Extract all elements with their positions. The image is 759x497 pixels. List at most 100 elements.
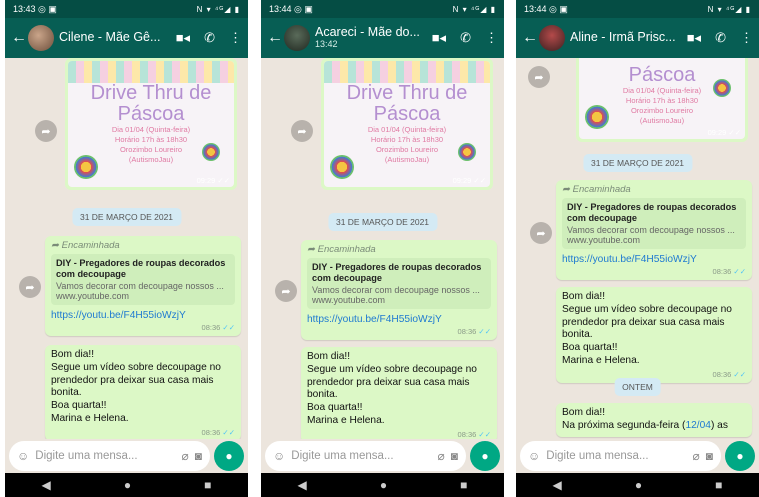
preview-title: DIY - Pregadores de roupas decorados com… xyxy=(312,262,482,284)
message-line: Marina e Helena. xyxy=(51,412,129,424)
message-line: Segue um vídeo sobre decoupage no prende… xyxy=(562,303,732,341)
mic-button[interactable]: ● xyxy=(470,441,500,471)
nav-back-icon[interactable]: ◀ xyxy=(553,478,562,492)
attach-icon[interactable]: ⌀ xyxy=(693,449,700,463)
forwarded-label: ➦ Encaminhada xyxy=(51,240,120,251)
nav-home-icon[interactable]: ● xyxy=(635,478,642,492)
message-time: 09:29 ✓✓ xyxy=(707,128,741,137)
emoji-icon[interactable]: ☺ xyxy=(17,449,29,463)
status-icons-right: N ▾ ⁴ᴳ◢ ▮ xyxy=(196,4,240,14)
emoji-icon[interactable]: ☺ xyxy=(273,449,285,463)
balloons-icon xyxy=(458,143,476,161)
mic-button[interactable]: ● xyxy=(725,441,755,471)
forward-icon[interactable]: ➦ xyxy=(530,222,552,244)
more-options-icon[interactable]: ⋮ xyxy=(485,30,498,46)
chat-area[interactable]: ➦ Drive Thru de Páscoa Dia 01/04 (Quinta… xyxy=(5,58,248,439)
status-icons-left: ◎ ▣ xyxy=(294,3,313,14)
link-preview[interactable]: DIY - Pregadores de roupas decorados com… xyxy=(562,198,746,250)
chat-area[interactable]: ➦ Páscoa Dia 01/04 (Quinta-feira) Horári… xyxy=(516,58,759,439)
message-time: 08:36 ✓✓ xyxy=(712,267,746,277)
contact-name: Cilene - Mãe Gê... xyxy=(59,31,161,45)
camera-icon[interactable]: ◙ xyxy=(451,449,458,463)
video-call-icon[interactable]: ■◂ xyxy=(432,30,446,46)
forwarded-link-message[interactable]: ➦ Encaminhada DIY - Pregadores de roupas… xyxy=(556,180,752,281)
nav-recents-icon[interactable]: ■ xyxy=(204,478,211,492)
forwarded-link-message[interactable]: ➦ Encaminhada DIY - Pregadores de roupas… xyxy=(301,240,497,341)
input-bar: ☺ Digite uma mensa... ⌀ ◙ ● xyxy=(265,441,500,471)
poster-image-message[interactable]: Páscoa Dia 01/04 (Quinta-feira) Horário … xyxy=(576,58,748,142)
contact-info[interactable]: Acareci - Mãe do... 13:42 xyxy=(315,26,427,50)
poster-image-message[interactable]: Drive Thru de Páscoa Dia 01/04 (Quinta-f… xyxy=(65,58,237,190)
contact-info[interactable]: Cilene - Mãe Gê... xyxy=(59,31,171,45)
camera-icon[interactable]: ◙ xyxy=(706,449,713,463)
preview-url: www.youtube.com xyxy=(567,235,641,246)
text-message[interactable]: Bom dia!! Segue um vídeo sobre decoupage… xyxy=(556,287,752,383)
avatar[interactable] xyxy=(284,25,310,51)
camera-icon[interactable]: ◙ xyxy=(195,449,202,463)
autism-logo-icon xyxy=(585,105,609,129)
back-arrow-icon[interactable]: ← xyxy=(267,29,283,47)
nav-recents-icon[interactable]: ■ xyxy=(460,478,467,492)
nav-home-icon[interactable]: ● xyxy=(380,478,387,492)
date-link[interactable]: 12/04 xyxy=(685,420,711,431)
phone-call-icon[interactable]: ✆ xyxy=(204,30,215,46)
preview-title: DIY - Pregadores de roupas decorados com… xyxy=(56,258,226,280)
poster-image-message[interactable]: Drive Thru de Páscoa Dia 01/04 (Quinta-f… xyxy=(321,58,493,190)
status-bar: 13:44 ◎ ▣ N ▾ ⁴ᴳ◢ ▮ xyxy=(261,0,504,18)
poster-title-1: Drive Thru de xyxy=(90,82,212,104)
forward-icon[interactable]: ➦ xyxy=(291,120,313,142)
phone-call-icon[interactable]: ✆ xyxy=(715,30,726,46)
contact-info[interactable]: Aline - Irmã Prisc... xyxy=(570,31,682,45)
message-link[interactable]: https://youtu.be/F4H55ioWzjY xyxy=(562,254,746,265)
date-separator: 31 DE MARÇO DE 2021 xyxy=(327,213,438,231)
video-call-icon[interactable]: ■◂ xyxy=(687,30,701,46)
message-input[interactable]: ☺ Digite uma mensa... ⌀ ◙ xyxy=(265,441,466,471)
text-message[interactable]: Bom dia!! Segue um vídeo sobre decoupage… xyxy=(45,345,241,439)
more-options-icon[interactable]: ⋮ xyxy=(229,30,242,46)
poster-image: Páscoa Dia 01/04 (Quinta-feira) Horário … xyxy=(579,58,745,139)
video-call-icon[interactable]: ■◂ xyxy=(176,30,190,46)
message-time: 08:36 ✓✓ xyxy=(457,429,491,439)
attach-icon[interactable]: ⌀ xyxy=(438,449,445,463)
link-preview[interactable]: DIY - Pregadores de roupas decorados com… xyxy=(51,254,235,306)
attach-icon[interactable]: ⌀ xyxy=(182,449,189,463)
emoji-icon[interactable]: ☺ xyxy=(528,449,540,463)
preview-description: Vamos decorar com decoupage nossos ... xyxy=(312,285,480,296)
forward-icon[interactable]: ➦ xyxy=(528,66,550,88)
preview-title: DIY - Pregadores de roupas decorados com… xyxy=(567,202,737,224)
nav-recents-icon[interactable]: ■ xyxy=(715,478,722,492)
more-options-icon[interactable]: ⋮ xyxy=(740,30,753,46)
forwarded-label: ➦ Encaminhada xyxy=(307,244,376,255)
chat-area[interactable]: ➦ Drive Thru de Páscoa Dia 01/04 (Quinta… xyxy=(261,58,504,439)
nav-home-icon[interactable]: ● xyxy=(124,478,131,492)
text-message[interactable]: Bom dia!! Na próxima segunda-feira (12/0… xyxy=(556,403,752,437)
text-message[interactable]: Bom dia!! Segue um vídeo sobre decoupage… xyxy=(301,347,497,439)
phone-call-icon[interactable]: ✆ xyxy=(460,30,471,46)
forwarded-link-message[interactable]: ➦ Encaminhada DIY - Pregadores de roupas… xyxy=(45,236,241,337)
message-link[interactable]: https://youtu.be/F4H55ioWzjY xyxy=(51,310,235,321)
phone-screen-3: 13:44 ◎ ▣ N ▾ ⁴ᴳ◢ ▮ ← Aline - Irmã Prisc… xyxy=(516,0,759,497)
forward-icon[interactable]: ➦ xyxy=(35,120,57,142)
link-preview[interactable]: DIY - Pregadores de roupas decorados com… xyxy=(307,258,491,310)
nav-back-icon[interactable]: ◀ xyxy=(298,478,307,492)
mic-button[interactable]: ● xyxy=(214,441,244,471)
forward-icon[interactable]: ➦ xyxy=(275,280,297,302)
avatar[interactable] xyxy=(28,25,54,51)
forward-icon[interactable]: ➦ xyxy=(19,276,41,298)
message-time: 08:36 ✓✓ xyxy=(201,323,235,333)
message-input[interactable]: ☺ Digite uma mensa... ⌀ ◙ xyxy=(9,441,210,471)
read-receipt-icon: ✓✓ xyxy=(733,369,746,379)
status-icons-right: N ▾ ⁴ᴳ◢ ▮ xyxy=(452,4,496,14)
chat-header: ← Cilene - Mãe Gê... ■◂ ✆ ⋮ xyxy=(5,18,248,58)
autism-logo-icon xyxy=(330,155,354,179)
back-arrow-icon[interactable]: ← xyxy=(11,29,27,47)
phone-screen-2: 13:44 ◎ ▣ N ▾ ⁴ᴳ◢ ▮ ← Acareci - Mãe do..… xyxy=(261,0,504,497)
status-time: 13:44 xyxy=(524,3,547,14)
message-input[interactable]: ☺ Digite uma mensa... ⌀ ◙ xyxy=(520,441,721,471)
preview-url: www.youtube.com xyxy=(312,295,386,306)
message-link[interactable]: https://youtu.be/F4H55ioWzjY xyxy=(307,314,491,325)
balloons-icon xyxy=(202,143,220,161)
back-arrow-icon[interactable]: ← xyxy=(522,29,538,47)
avatar[interactable] xyxy=(539,25,565,51)
nav-back-icon[interactable]: ◀ xyxy=(42,478,51,492)
